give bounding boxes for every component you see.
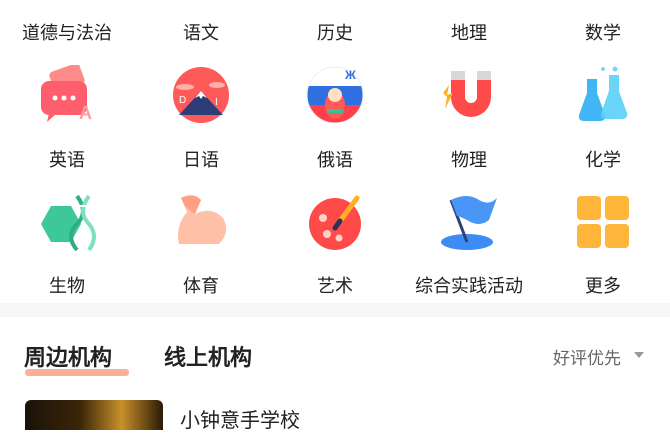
flask-icon bbox=[578, 66, 628, 121]
subject-japanese[interactable]: D I 日语 bbox=[134, 60, 268, 185]
subject-label: 地理 bbox=[451, 23, 487, 44]
palette-icon bbox=[309, 195, 361, 250]
tab-online[interactable]: 线上机构 bbox=[164, 340, 252, 372]
subject-label: 生物 bbox=[49, 276, 85, 297]
tab-nearby[interactable]: 周边机构 bbox=[24, 340, 112, 372]
listing-thumbnail[interactable] bbox=[25, 400, 163, 430]
institution-tabs: 周边机构 线上机构 好评优先 bbox=[0, 330, 670, 380]
subject-history[interactable]: 历史 bbox=[268, 0, 402, 44]
subject-label: 数学 bbox=[585, 23, 621, 44]
subject-chinese[interactable]: 语文 bbox=[134, 0, 268, 44]
listing-title[interactable]: 小钟意手学校 bbox=[180, 404, 300, 433]
subject-label: 体育 bbox=[183, 276, 219, 297]
subject-label: 日语 bbox=[183, 150, 219, 171]
subject-chemistry[interactable]: 化学 bbox=[536, 60, 670, 185]
subject-label: 化学 bbox=[585, 150, 621, 171]
svg-text:I: I bbox=[215, 97, 218, 108]
subject-morality[interactable]: 道德与法治 bbox=[0, 0, 134, 44]
subject-practice[interactable]: 综合实践活动 bbox=[402, 188, 536, 313]
subject-label: 语文 bbox=[183, 23, 219, 44]
grid-icon bbox=[577, 196, 629, 248]
subject-label: 综合实践活动 bbox=[415, 276, 523, 297]
mount-fuji-icon: D I bbox=[173, 67, 229, 123]
subject-more[interactable]: 更多 bbox=[536, 188, 670, 313]
subject-art[interactable]: 艺术 bbox=[268, 188, 402, 313]
svg-text:A: A bbox=[79, 103, 92, 123]
subject-biology[interactable]: 生物 bbox=[0, 188, 134, 313]
subject-label: 更多 bbox=[585, 276, 621, 297]
muscle-arm-icon bbox=[178, 195, 227, 244]
subject-label: 英语 bbox=[49, 150, 85, 171]
subject-sports[interactable]: 体育 bbox=[134, 188, 268, 313]
magnet-icon bbox=[443, 71, 491, 117]
subject-physics[interactable]: 物理 bbox=[402, 60, 536, 185]
subject-math[interactable]: 数学 bbox=[536, 0, 670, 44]
subject-label: 道德与法治 bbox=[22, 23, 112, 44]
subject-english[interactable]: A 英语 bbox=[0, 60, 134, 185]
subject-geography[interactable]: 地理 bbox=[402, 0, 536, 44]
subject-label: 历史 bbox=[317, 23, 353, 44]
matryoshka-icon: Ж bbox=[306, 66, 364, 124]
subject-russian[interactable]: Ж 俄语 bbox=[268, 60, 402, 185]
flag-icon bbox=[441, 196, 497, 250]
speech-bubble-icon: A bbox=[41, 65, 92, 123]
subject-label: 物理 bbox=[451, 150, 487, 171]
svg-text:D: D bbox=[179, 95, 186, 106]
caret-down-icon bbox=[634, 352, 644, 358]
subject-label: 俄语 bbox=[317, 150, 353, 171]
subject-label: 艺术 bbox=[317, 276, 353, 297]
subject-grid: 道德与法治 语文 历史 地理 数学 A 英语 D I 日语 Ж 俄语 物理 化学… bbox=[0, 0, 670, 300]
section-divider bbox=[0, 303, 670, 317]
sort-dropdown[interactable]: 好评优先 bbox=[553, 344, 621, 369]
dna-icon bbox=[41, 194, 96, 252]
svg-text:Ж: Ж bbox=[344, 68, 356, 82]
